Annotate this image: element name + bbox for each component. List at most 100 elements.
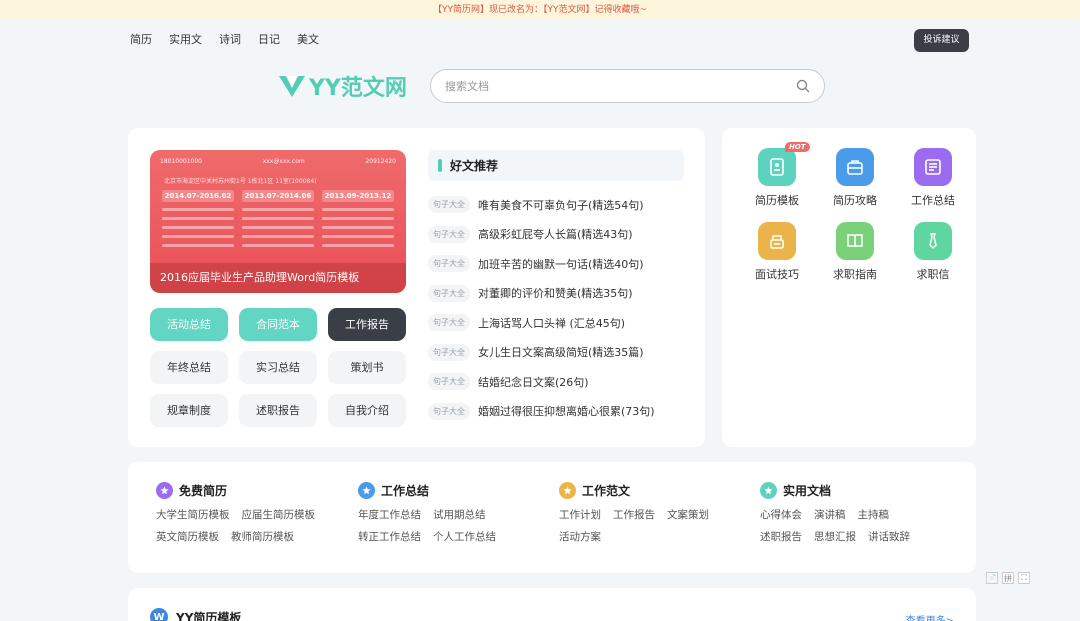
category-link[interactable]: 活动方案 xyxy=(559,529,601,544)
floating-tools: 📄 拼 ⛶ xyxy=(986,572,1030,584)
category-links: 年度工作总结 试用期总结 转正工作总结 个人工作总结 xyxy=(358,507,496,544)
item-link[interactable]: 结婚纪念日文案(26句) xyxy=(478,374,589,390)
tag-regulations[interactable]: 规章制度 xyxy=(150,394,228,427)
tag-work-report[interactable]: 工作报告 xyxy=(328,308,406,341)
item-badge: 句子大全 xyxy=(428,314,470,332)
list-item[interactable]: 句子大全 结婚纪念日文案(26句) xyxy=(428,367,698,397)
list-item[interactable]: 句子大全 高级彩虹屁夸人长篇(精选43句) xyxy=(428,220,698,250)
list-item[interactable]: 句子大全 女儿生日文案高级简短(精选35篇) xyxy=(428,338,698,368)
section-title: W YY简历模板 xyxy=(150,608,241,621)
item-link[interactable]: 上海话骂人口头禅 (汇总45句) xyxy=(478,315,625,331)
category-link[interactable]: 大学生简历模板 xyxy=(156,507,230,522)
interview-icon xyxy=(758,222,796,260)
star-icon xyxy=(760,482,777,499)
category-header[interactable]: 工作总结 xyxy=(358,482,496,499)
top-nav: 简历 实用文 诗词 日记 美文 xyxy=(130,31,319,47)
category-header[interactable]: 工作范文 xyxy=(559,482,709,499)
banner-period-label: 2013.07-2014.06 xyxy=(242,190,314,202)
quick-link-resume-guide[interactable]: 简历攻略 xyxy=(816,148,894,208)
category-link[interactable]: 文案策划 xyxy=(667,507,709,522)
category-link[interactable]: 思想汇报 xyxy=(814,529,856,544)
site-logo[interactable]: YY范文网 xyxy=(278,72,407,101)
category-links: 工作计划 工作报告 文案策划 活动方案 xyxy=(559,507,709,544)
quick-link-cover-letter[interactable]: 求职信 xyxy=(894,222,972,282)
category-link[interactable]: 年度工作总结 xyxy=(358,507,421,522)
tag-debrief-report[interactable]: 述职报告 xyxy=(239,394,317,427)
featured-banner[interactable]: 18010001000 xxx@xxx.com 20912420 北京市海淀区中… xyxy=(150,150,406,293)
nav-item-practical[interactable]: 实用文 xyxy=(169,31,202,47)
category-link[interactable]: 转正工作总结 xyxy=(358,529,421,544)
tag-grid: 活动总结 合同范本 工作报告 年终总结 实习总结 策划书 规章制度 述职报告 自… xyxy=(150,308,406,427)
recommend-accent-bar xyxy=(438,159,442,172)
complain-button[interactable]: 投诉建议 xyxy=(914,29,969,52)
item-link[interactable]: 对董卿的评价和赞美(精选35句) xyxy=(478,285,633,301)
nav-item-diary[interactable]: 日记 xyxy=(258,31,280,47)
category-link[interactable]: 心得体会 xyxy=(760,507,802,522)
report-icon xyxy=(914,148,952,186)
item-link[interactable]: 唯有美食不可辜负句子(精选54句) xyxy=(478,197,644,213)
banner-email: xxx@xxx.com xyxy=(262,158,305,165)
logo-mark-icon xyxy=(279,76,305,97)
category-link[interactable]: 演讲稿 xyxy=(814,507,846,522)
document-icon[interactable]: 📄 xyxy=(986,572,998,584)
nav-item-poetry[interactable]: 诗词 xyxy=(219,31,241,47)
category-link[interactable]: 试用期总结 xyxy=(433,507,486,522)
category-link[interactable]: 述职报告 xyxy=(760,529,802,544)
category-link[interactable]: 讲话致辞 xyxy=(868,529,910,544)
category-link[interactable]: 工作计划 xyxy=(559,507,601,522)
item-link[interactable]: 加班辛苦的幽默一句话(精选40句) xyxy=(478,256,644,272)
item-badge: 句子大全 xyxy=(428,225,470,243)
item-badge: 句子大全 xyxy=(428,373,470,391)
category-link[interactable]: 工作报告 xyxy=(613,507,655,522)
banner-address: 北京市海淀区中关村苏州街1号 1栋北1区 11室(100084) xyxy=(164,178,317,185)
quick-link-work-summary[interactable]: 工作总结 xyxy=(894,148,972,208)
nav-item-essay[interactable]: 美文 xyxy=(297,31,319,47)
quick-links-grid: HOT 简历模板 简历攻略 工作总结 面试技巧 求职指南 求职信 xyxy=(738,142,972,282)
quick-link-label: 求职信 xyxy=(916,268,950,281)
tag-internship-summary[interactable]: 实习总结 xyxy=(239,351,317,384)
category-link[interactable]: 个人工作总结 xyxy=(433,529,496,544)
notice-bar: 【YY简历网】现已改名为：【YY范文网】记得收藏哦~ xyxy=(0,0,1080,20)
list-item[interactable]: 句子大全 唯有美食不可辜负句子(精选54句) xyxy=(428,190,698,220)
tag-proposal[interactable]: 策划书 xyxy=(328,351,406,384)
item-badge: 句子大全 xyxy=(428,402,470,420)
briefcase-icon xyxy=(836,148,874,186)
quick-link-label: 工作总结 xyxy=(911,194,955,207)
banner-period-label: 2014.07-2016.02 xyxy=(162,190,234,202)
item-link[interactable]: 婚姻过得很压抑想离婚心很累(73句) xyxy=(478,403,655,419)
list-item[interactable]: 句子大全 上海话骂人口头禅 (汇总45句) xyxy=(428,308,698,338)
tag-year-end-summary[interactable]: 年终总结 xyxy=(150,351,228,384)
item-link[interactable]: 女儿生日文案高级简短(精选35篇) xyxy=(478,344,644,360)
category-practical-docs: 实用文档 心得体会 演讲稿 主持稿 述职报告 思想汇报 讲话致辞 xyxy=(760,482,910,544)
search-input[interactable] xyxy=(445,79,796,93)
categories-card: 免费简历 大学生简历模板 应届生简历模板 英文简历模板 教师简历模板 工作总结 年度… xyxy=(128,462,976,573)
tag-contract[interactable]: 合同范本 xyxy=(239,308,317,341)
tag-self-intro[interactable]: 自我介绍 xyxy=(328,394,406,427)
recommend-title: 好文推荐 xyxy=(450,159,499,173)
book-icon xyxy=(836,222,874,260)
category-link[interactable]: 英文简历模板 xyxy=(156,529,219,544)
list-item[interactable]: 句子大全 对董卿的评价和赞美(精选35句) xyxy=(428,279,698,309)
category-link[interactable]: 教师简历模板 xyxy=(231,529,294,544)
banner-period: 2013.07-2014.06 xyxy=(242,190,314,247)
category-work-essay: 工作范文 工作计划 工作报告 文案策划 活动方案 xyxy=(559,482,709,544)
category-header[interactable]: 免费简历 xyxy=(156,482,315,499)
list-item[interactable]: 句子大全 婚姻过得很压抑想离婚心很累(73句) xyxy=(428,397,698,427)
quick-link-interview-tips[interactable]: 面试技巧 xyxy=(738,222,816,282)
nav-item-resume[interactable]: 简历 xyxy=(130,31,152,47)
item-link[interactable]: 高级彩虹屁夸人长篇(精选43句) xyxy=(478,226,633,242)
list-item[interactable]: 句子大全 加班辛苦的幽默一句话(精选40句) xyxy=(428,249,698,279)
category-link[interactable]: 主持稿 xyxy=(858,507,890,522)
category-header[interactable]: 实用文档 xyxy=(760,482,910,499)
category-link[interactable]: 应届生简历模板 xyxy=(242,507,316,522)
search-icon[interactable] xyxy=(796,79,810,93)
category-links: 心得体会 演讲稿 主持稿 述职报告 思想汇报 讲话致辞 xyxy=(760,507,910,544)
fullscreen-icon[interactable]: ⛶ xyxy=(1018,572,1030,584)
quick-link-job-guide[interactable]: 求职指南 xyxy=(816,222,894,282)
tag-activity-summary[interactable]: 活动总结 xyxy=(150,308,228,341)
banner-caption: 2016应届毕业生产品助理Word简历模板 xyxy=(150,263,406,293)
pinyin-icon[interactable]: 拼 xyxy=(1002,572,1014,584)
star-icon xyxy=(559,482,576,499)
quick-link-resume-template[interactable]: HOT 简历模板 xyxy=(738,142,816,208)
view-more-link[interactable]: 查看更多> xyxy=(906,612,954,621)
